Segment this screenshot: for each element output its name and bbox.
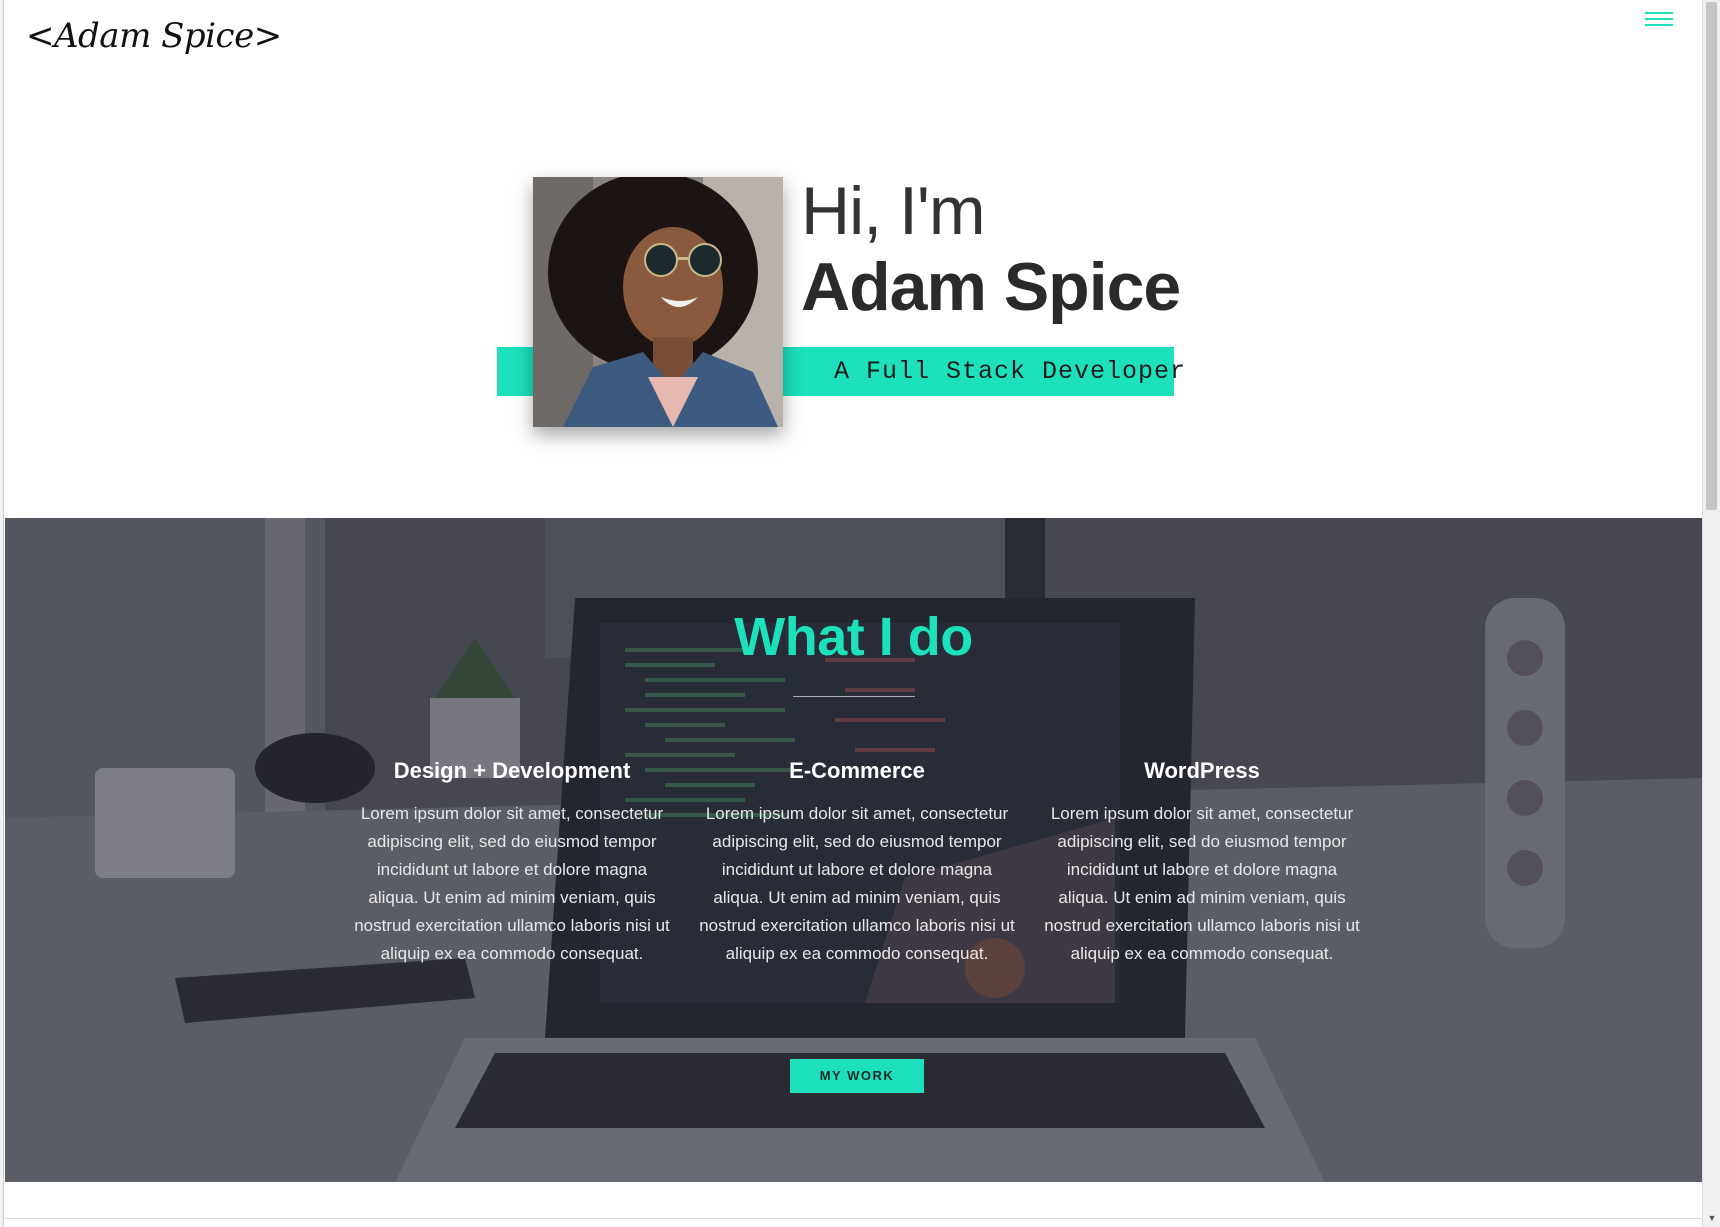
service-description: Lorem ipsum dolor sit amet, consectetur … (1044, 804, 1360, 963)
hero-greeting: Hi, I'm (801, 173, 986, 249)
hero-tagline: A Full Stack Developer (834, 357, 1187, 386)
scrollbar-thumb[interactable] (1706, 2, 1717, 510)
service-title: E-Commerce (789, 758, 925, 783)
vertical-scrollbar[interactable]: ▼ (1702, 0, 1720, 1227)
service-description: Lorem ipsum dolor sit amet, consectetur … (699, 804, 1015, 963)
service-title: WordPress (1144, 758, 1260, 783)
service-description: Lorem ipsum dolor sit amet, consectetur … (354, 804, 670, 963)
my-work-button[interactable]: MY WORK (790, 1059, 924, 1093)
hero-name: Adam Spice (801, 249, 1181, 325)
section-title: What I do (734, 607, 973, 667)
hamburger-icon[interactable] (1645, 12, 1675, 34)
portrait-photo (533, 177, 783, 427)
page: <Adam Spice> A Full Stack Developer Hi, … (3, 0, 1702, 1227)
service-card: E-Commerce Lorem ipsum dolor sit amet, c… (697, 758, 1017, 968)
site-logo[interactable]: <Adam Spice> (26, 16, 282, 56)
service-card: Design + Development Lorem ipsum dolor s… (352, 758, 672, 968)
section-divider (5, 1218, 1702, 1219)
service-card: WordPress Lorem ipsum dolor sit amet, co… (1042, 758, 1362, 968)
service-title: Design + Development (393, 758, 631, 783)
title-divider (793, 696, 915, 697)
services-section: What I do Design + Development Lorem ips… (5, 518, 1702, 1182)
scroll-down-arrow-icon[interactable]: ▼ (1703, 1213, 1720, 1223)
